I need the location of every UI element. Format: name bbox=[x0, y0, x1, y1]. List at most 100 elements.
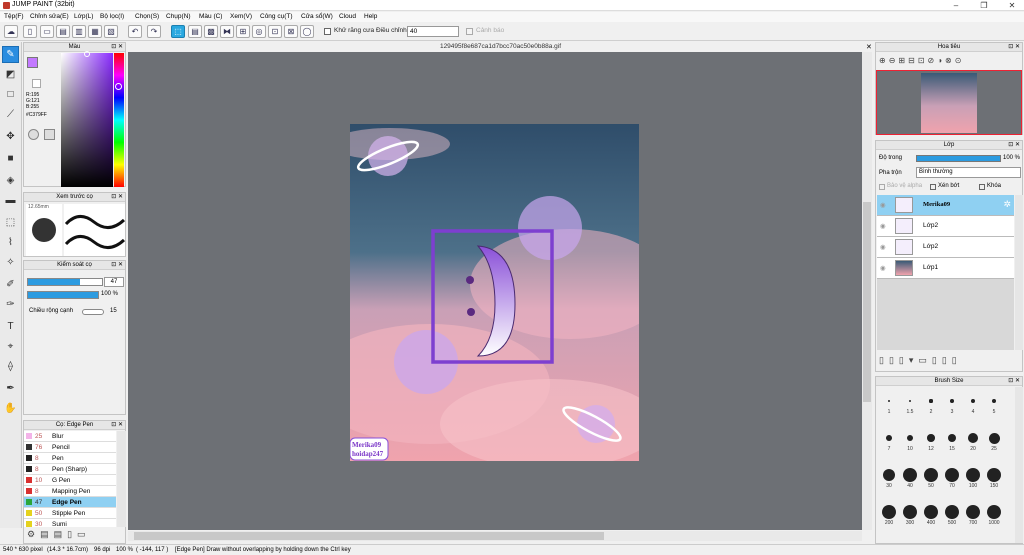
flip-icon[interactable]: ⧓ bbox=[220, 25, 234, 38]
layer-item[interactable]: ◉ Lớp2 bbox=[877, 237, 1014, 258]
brush-list-item[interactable]: 50 Stipple Pen bbox=[24, 508, 116, 519]
select-tool-icon[interactable]: ⬚ bbox=[2, 214, 19, 231]
brush-size-option[interactable]: 10 bbox=[900, 430, 920, 452]
hand-tool-icon[interactable]: ✋ bbox=[2, 400, 19, 417]
layer-visibility-icon[interactable]: ◉ bbox=[880, 201, 886, 209]
move-tool-icon[interactable]: ✥ bbox=[2, 128, 19, 145]
clipping-checkbox[interactable] bbox=[930, 184, 936, 190]
layer-list-scrollbar[interactable] bbox=[1015, 195, 1023, 350]
navigator-view-rect[interactable] bbox=[876, 70, 1022, 135]
lasso-tool-icon[interactable]: ⌇ bbox=[2, 234, 19, 251]
brush-size-option[interactable]: 1 bbox=[879, 393, 899, 415]
antialias-checkbox[interactable] bbox=[324, 28, 331, 35]
brush-size-slider[interactable] bbox=[27, 278, 103, 286]
brush-list-item[interactable]: 76 Pencil bbox=[24, 442, 116, 453]
brush-list-item[interactable]: 8 Pen bbox=[24, 453, 116, 464]
eyedropper-icon[interactable]: ✒ bbox=[2, 380, 19, 397]
symmetry-icon[interactable]: ⊠ bbox=[284, 25, 298, 38]
grid-icon[interactable]: ▦ bbox=[88, 25, 102, 38]
brush-list-item[interactable]: 25 Blur bbox=[24, 431, 116, 442]
brush-list-item[interactable]: 47 Edge Pen bbox=[24, 497, 116, 508]
blend-mode-select[interactable]: Bình thường bbox=[916, 167, 1021, 178]
navigator-zoom-controls[interactable]: ⊕⊖⊞⊟⊡⊘◑⊗⊙ bbox=[879, 56, 964, 65]
brush-size-option[interactable]: 150 bbox=[984, 467, 1004, 489]
magic-wand-icon[interactable]: ✧ bbox=[2, 254, 19, 271]
warning-checkbox[interactable] bbox=[466, 28, 473, 35]
brush-size-scrollbar[interactable] bbox=[1015, 387, 1023, 543]
brush-size-option[interactable]: 30 bbox=[879, 467, 899, 489]
bucket-tool-icon[interactable]: ◈ bbox=[2, 172, 19, 189]
menu-window[interactable]: Cửa sổ(W) bbox=[301, 12, 333, 22]
protect-alpha-checkbox[interactable] bbox=[879, 184, 885, 190]
menu-tools[interactable]: Công cụ(T) bbox=[260, 12, 293, 22]
brush-size-option[interactable]: 2 bbox=[921, 393, 941, 415]
adjust-input[interactable]: 40 bbox=[407, 26, 459, 37]
select-mode-icon[interactable]: ⬚ bbox=[171, 25, 185, 38]
panel-close-icon[interactable]: ⊡ ✕ bbox=[1008, 142, 1020, 149]
brush-size-option[interactable]: 300 bbox=[900, 504, 920, 526]
menu-help[interactable]: Help bbox=[364, 12, 377, 22]
panel-close-icon[interactable]: ⊡ ✕ bbox=[111, 262, 123, 269]
layout-icon[interactable]: ▥ bbox=[72, 25, 86, 38]
menu-capture[interactable]: Chụp(N) bbox=[166, 12, 191, 22]
operation-tool-icon[interactable]: ⌖ bbox=[2, 338, 19, 355]
tab-close-icon[interactable]: ✕ bbox=[866, 43, 872, 51]
select-eraser-icon[interactable]: ✑ bbox=[2, 296, 19, 313]
brush-list-item[interactable]: 10 G Pen bbox=[24, 475, 116, 486]
divide-tool-icon[interactable]: ⟠ bbox=[2, 358, 19, 375]
document-tab[interactable]: 129495f8e687ca1d7bcc70ac50e0b88a.gif bbox=[128, 42, 873, 52]
brush-size-option[interactable]: 4 bbox=[963, 393, 983, 415]
layer-item[interactable]: ◉ Lớp1 bbox=[877, 258, 1014, 279]
brush-list-scrollbar[interactable] bbox=[117, 431, 126, 527]
snap-icon[interactable]: ▧ bbox=[104, 25, 118, 38]
panel-close-icon[interactable]: ⊡ ✕ bbox=[111, 422, 123, 429]
shape-fill-icon[interactable]: ■ bbox=[2, 150, 19, 167]
edge-width-slider[interactable] bbox=[82, 309, 104, 315]
brush-size-option[interactable]: 25 bbox=[984, 430, 1004, 452]
foreground-color-swatch[interactable] bbox=[27, 57, 38, 68]
menu-cloud[interactable]: Cloud bbox=[339, 12, 356, 22]
color-picker-cursor[interactable] bbox=[84, 51, 90, 57]
minimize-button[interactable]: – bbox=[944, 0, 968, 11]
new-file-icon[interactable]: ▯ bbox=[23, 25, 37, 38]
perspective-icon[interactable]: ⊡ bbox=[268, 25, 282, 38]
rectangle-tool-icon[interactable]: □ bbox=[2, 86, 19, 103]
color-wheel-icon[interactable] bbox=[28, 129, 39, 140]
canvas-vertical-scrollbar[interactable] bbox=[862, 52, 872, 530]
hue-slider[interactable] bbox=[114, 53, 124, 187]
brush-size-option[interactable]: 20 bbox=[963, 430, 983, 452]
layer-visibility-icon[interactable]: ◉ bbox=[880, 264, 886, 272]
layer-actions[interactable]: ▯▯▯▾▭▯▯▯ bbox=[879, 355, 962, 366]
cloud-icon[interactable]: ☁ bbox=[4, 25, 18, 38]
hue-slider-handle[interactable] bbox=[115, 83, 122, 90]
fill-mode-icon[interactable]: ▩ bbox=[204, 25, 218, 38]
layer-settings-icon[interactable]: ✲ bbox=[1003, 199, 1011, 210]
background-color-swatch[interactable] bbox=[32, 79, 41, 88]
brush-size-option[interactable]: 7 bbox=[879, 430, 899, 452]
menu-edit[interactable]: Chỉnh sửa(E) bbox=[30, 12, 69, 22]
brush-size-option[interactable]: 12 bbox=[921, 430, 941, 452]
brush-size-option[interactable]: 40 bbox=[900, 467, 920, 489]
menu-color[interactable]: Màu (C) bbox=[199, 12, 222, 22]
close-button[interactable]: ✕ bbox=[1000, 0, 1024, 11]
pen-tool-icon[interactable]: ✎ bbox=[2, 46, 19, 63]
brush-size-option[interactable]: 200 bbox=[879, 504, 899, 526]
lasso-mode-icon[interactable]: ▤ bbox=[188, 25, 202, 38]
line-tool-icon[interactable]: ⟋ bbox=[2, 106, 19, 123]
brush-list-item[interactable]: 8 Pen (Sharp) bbox=[24, 464, 116, 475]
brush-size-option[interactable]: 500 bbox=[942, 504, 962, 526]
panel-close-icon[interactable]: ⊡ ✕ bbox=[1008, 378, 1020, 385]
menu-select[interactable]: Chọn(S) bbox=[135, 12, 159, 22]
brush-size-option[interactable]: 100 bbox=[963, 467, 983, 489]
brush-size-option[interactable]: 70 bbox=[942, 467, 962, 489]
circle-ruler-icon[interactable]: ◎ bbox=[252, 25, 266, 38]
undo-icon[interactable]: ↶ bbox=[128, 25, 142, 38]
brush-size-option[interactable]: 1000 bbox=[984, 504, 1004, 526]
save-icon[interactable]: ▤ bbox=[56, 25, 70, 38]
color-set-icon[interactable] bbox=[44, 129, 55, 140]
redo-icon[interactable]: ↷ bbox=[147, 25, 161, 38]
eraser-tool-icon[interactable]: ◩ bbox=[2, 66, 19, 83]
select-pen-icon[interactable]: ✐ bbox=[2, 276, 19, 293]
layer-visibility-icon[interactable]: ◉ bbox=[880, 243, 886, 251]
snap-off-icon[interactable]: ◯ bbox=[300, 25, 314, 38]
